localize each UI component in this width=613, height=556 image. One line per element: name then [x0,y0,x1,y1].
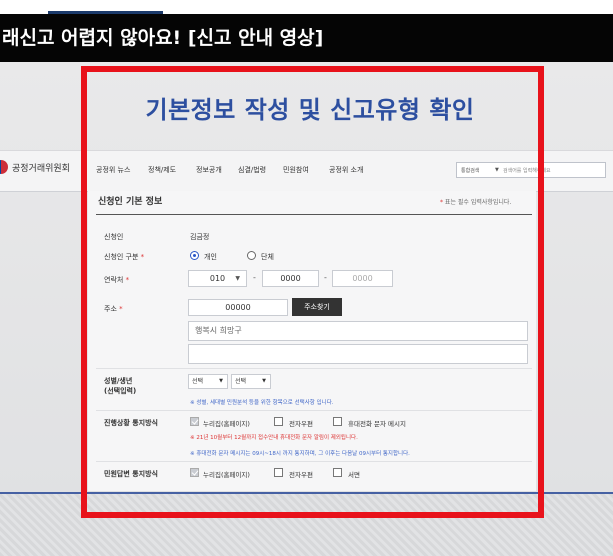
reply-notice-web-label: 누리집(홈페이지) [203,471,250,479]
nav-item-news[interactable]: 공정위 뉴스 [96,165,148,175]
site-logo[interactable]: 공정거래위원회 [0,160,70,174]
gender-select[interactable]: 선택 ▼ [188,374,228,389]
address-label-text: 주소 [104,305,117,313]
required-star: * [119,305,123,313]
site-logo-text: 공정거래위원회 [12,163,70,174]
gender-birth-label-sub: (선택입력) [104,387,137,395]
chevron-down-icon: ▼ [219,378,223,384]
address-line1-input[interactable]: 행복시 희망구 [188,321,528,341]
nav-item-civil[interactable]: 민원참여 [283,165,329,175]
reply-notice-email-label: 전자우편 [289,471,313,479]
phone-last-input[interactable]: 0000 [332,270,393,287]
progress-notice-web-checkbox[interactable] [190,417,199,426]
applicant-type-label: 신청인 구분 * [104,252,144,262]
taegeuk-emblem-icon [0,160,8,174]
radio-group-label: 단체 [261,253,274,261]
video-title: 래신고 어렵지 않아요! [신고 안내 영상] [0,14,613,62]
reply-notice-web-checkbox[interactable] [190,468,199,477]
chevron-down-icon: ▼ [495,167,499,173]
progress-notice-web-label: 누리집(홈페이지) [203,420,250,428]
nav-item-about[interactable]: 공정위 소개 [329,165,379,175]
address-search-button[interactable]: 주소찾기 [292,298,342,316]
search-input[interactable]: 검색어를 입력해주세요 [503,167,551,174]
dash: - [253,273,256,282]
reply-notice-mail-label: 서면 [348,471,360,479]
site-search[interactable]: 통합검색 ▼ 검색어를 입력해주세요 [456,162,606,178]
gender-birth-label: 성별/생년 [104,377,133,385]
radio-individual[interactable] [190,251,199,260]
slide-heading: 기본정보 작성 및 신고유형 확인 [145,96,475,124]
radio-group[interactable] [247,251,256,260]
phone-middle-input[interactable]: 0000 [262,270,319,287]
birth-select[interactable]: 선택 ▼ [231,374,271,389]
divider [96,368,532,369]
required-note-text: 표는 필수 입력사항입니다. [444,199,512,206]
applicant-value: 김금정 [190,233,210,241]
required-star: * [140,253,145,261]
required-star: * [125,276,130,284]
birth-select-value: 선택 [235,378,247,385]
search-scope[interactable]: 통합검색 [461,167,479,174]
dash: - [324,273,327,282]
section-rule [96,214,532,215]
progress-notice-sms-label: 휴대전화 문자 메시지 [348,420,406,428]
form-panel [88,191,536,491]
phone-prefix-value: 010 [209,274,226,283]
address-line2-input[interactable] [188,344,528,364]
reply-notice-mail-checkbox[interactable] [333,468,342,477]
progress-notice-sms-checkbox[interactable] [333,417,342,426]
slide-bottom-band [0,494,613,556]
divider [96,410,532,411]
contact-label: 연락처 * [104,275,129,285]
required-star: * [440,199,443,206]
zip-input[interactable]: 00000 [188,299,288,316]
reply-notice-email-checkbox[interactable] [274,468,283,477]
nav-item-rulings[interactable]: 심결/법령 [238,165,283,175]
gender-select-value: 선택 [192,378,204,385]
phone-prefix-select[interactable]: 010 ▼ [188,270,247,287]
progress-notice-red-note: ※ 21년 10월부터 12월까지 접수안내 휴대전화 문자 알림이 제외됩니다… [190,435,358,441]
chevron-down-icon: ▼ [235,275,240,282]
divider [96,461,532,462]
applicant-type-label-text: 신청인 구분 [104,253,139,261]
contact-label-text: 연락처 [104,276,124,284]
reply-notice-label: 민원답변 통지방식 [104,470,158,478]
radio-individual-label: 개인 [204,253,217,261]
progress-notice-label: 진행상황 통지방식 [104,419,158,427]
nav-item-policy[interactable]: 정책/제도 [148,165,196,175]
site-nav: 공정위 뉴스 정책/제도 정보공개 심결/법령 민원참여 공정위 소개 [96,165,379,175]
progress-notice-blue-note: ※ 휴대전화 문자 메시지는 09시~18시 까지 통지하며, 그 이후는 다음… [190,451,410,457]
gender-birth-note: ※ 성별, 세대별 민원분석 등을 위한 항목으로 선택사항 입니다. [190,400,334,406]
form-section-title: 신청인 기본 정보 [98,197,163,207]
required-note: * 표는 필수 입력사항입니다. [440,197,511,206]
applicant-label: 신청인 [104,233,124,241]
address-label: 주소 * [104,304,123,314]
nav-item-disclosure[interactable]: 정보공개 [196,165,238,175]
progress-notice-email-label: 전자우편 [289,420,313,428]
chevron-down-icon: ▼ [262,378,266,384]
progress-notice-email-checkbox[interactable] [274,417,283,426]
